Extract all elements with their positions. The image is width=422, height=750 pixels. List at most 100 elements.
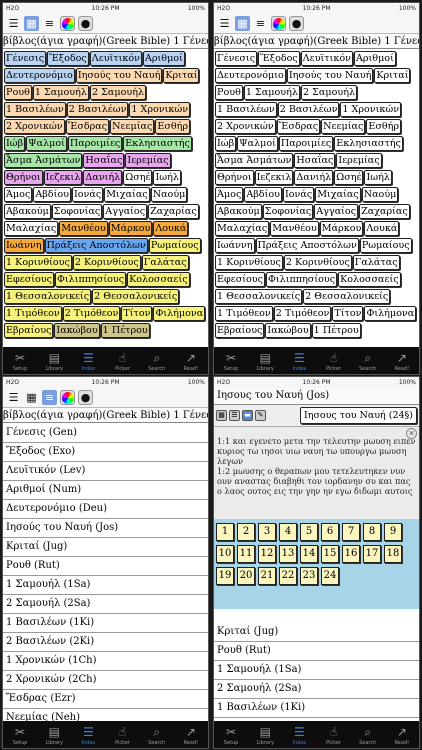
book-chip[interactable]: Ἔσδρας <box>276 119 321 134</box>
tab-search[interactable]: ⌕ Search <box>141 725 173 747</box>
chapter-button[interactable]: 10 <box>216 545 234 563</box>
chapter-button[interactable]: 23 <box>300 567 318 585</box>
chapter-button[interactable]: 1 <box>216 523 234 541</box>
book-chip[interactable]: Τίτον <box>121 306 153 321</box>
book-chip[interactable]: Ιερεμίας <box>125 153 171 168</box>
book-chip[interactable]: Λευϊτικόν <box>89 51 142 66</box>
book-chip[interactable]: Αβδίου <box>33 187 71 202</box>
book-chip[interactable]: Γαλάτας <box>352 255 400 270</box>
list-item[interactable]: 2 Χρονικών (2Ch) <box>3 671 208 690</box>
book-chip[interactable]: Ζαχαρίας <box>148 204 199 219</box>
book-chip[interactable]: Δανιήλ <box>294 170 334 185</box>
list-item[interactable]: Ιησούς του Ναυή (Jos) <box>3 519 208 538</box>
book-chip[interactable]: Άμος <box>4 187 33 202</box>
book-chip[interactable]: 1 Χρονικών <box>129 102 191 117</box>
list-item[interactable]: Νεεμίας (Neh) <box>3 709 208 721</box>
book-chip[interactable]: Τίτον <box>332 306 364 321</box>
book-chip[interactable]: 2 Κορινθίους <box>72 255 141 270</box>
book-chip[interactable]: Ἔξοδος <box>47 51 89 66</box>
book-chip[interactable]: 2 Σαμουήλ <box>89 85 147 100</box>
book-chip[interactable]: Ρωμαίους <box>359 238 412 253</box>
list-view-icon[interactable]: ☰ <box>6 16 21 31</box>
book-chip[interactable]: Λουκά <box>153 221 189 236</box>
bookmark-icon[interactable]: ✎ <box>255 410 266 421</box>
chapter-button[interactable]: 3 <box>258 523 276 541</box>
book-chip[interactable]: Μαλαχίας <box>215 221 270 236</box>
chapter-button[interactable]: 21 <box>258 567 276 585</box>
book-chip[interactable]: Άμος <box>215 187 244 202</box>
book-chip[interactable]: Ιεζεκιλ <box>43 170 83 185</box>
list-item[interactable]: Ρουθ (Rut) <box>3 557 208 576</box>
book-chip[interactable]: 2 Τιμόθεον <box>273 306 332 321</box>
book-chip[interactable]: Ιερεμίας <box>336 153 382 168</box>
book-chip[interactable]: Αβδίου <box>244 187 282 202</box>
chapter-button[interactable]: 5 <box>300 523 318 541</box>
book-chip[interactable]: Ιωήλ <box>364 170 392 185</box>
book-chip[interactable]: 1 Χρονικών <box>340 102 402 117</box>
book-chip[interactable]: Αβακούμ <box>4 204 51 219</box>
book-chip[interactable]: Κολοσσαείς <box>338 272 401 287</box>
chapter-button[interactable]: 14 <box>300 545 318 563</box>
tab-picker[interactable]: ☝ Picker <box>107 725 139 747</box>
book-chip[interactable]: Δανιήλ <box>83 170 123 185</box>
chapter-button[interactable]: 8 <box>363 523 381 541</box>
book-chip[interactable]: Γένεσις <box>215 51 258 66</box>
book-chip[interactable]: Παροιμίες <box>278 136 334 151</box>
book-chip[interactable]: Ρωμαίους <box>148 238 201 253</box>
chapter-button[interactable]: 6 <box>321 523 339 541</box>
book-chip[interactable]: Εκλησιαστής <box>123 136 192 151</box>
book-chip[interactable]: Ιονάς <box>282 187 315 202</box>
calculator-icon[interactable]: ▦ <box>216 410 227 421</box>
book-chip[interactable]: 1 Τιμόθεον <box>4 306 62 321</box>
book-chip[interactable]: Ωσηέ <box>334 170 364 185</box>
book-chip[interactable]: Κριταί <box>163 68 200 83</box>
list-item[interactable]: Ἔσδρας (Ezr) <box>3 690 208 709</box>
profile-icon[interactable]: ● <box>289 16 304 31</box>
book-chip[interactable]: Ναούμ <box>361 187 399 202</box>
chapter-button[interactable]: 17 <box>363 545 381 563</box>
chapter-button[interactable]: 2 <box>237 523 255 541</box>
book-chip[interactable]: Ησαΐας <box>294 153 336 168</box>
chapter-button[interactable]: 13 <box>279 545 297 563</box>
list-icon[interactable]: ☰ <box>229 410 240 421</box>
list-item[interactable]: 1 Σαμουήλ (1Sa) <box>3 576 208 595</box>
book-chip[interactable]: Νεεμίας <box>321 119 366 134</box>
book-chip[interactable]: Μάρκου <box>108 221 153 236</box>
book-chip[interactable]: 1 Πέτρου <box>100 323 150 338</box>
book-chip[interactable]: Ρουθ <box>4 85 32 100</box>
book-chip[interactable]: Ιακώβου <box>265 323 311 338</box>
profile-icon[interactable]: ● <box>78 390 93 405</box>
list-item[interactable]: Λευϊτικόν (Lev) <box>3 462 208 481</box>
book-chip[interactable]: Ιωάννη <box>215 238 255 253</box>
book-chip[interactable]: Αβακούμ <box>215 204 262 219</box>
book-chip[interactable]: Φιλήμονα <box>153 306 206 321</box>
book-chip[interactable]: Λευϊτικόν <box>300 51 353 66</box>
tab-index[interactable]: ☰ Index <box>72 725 104 747</box>
list-item[interactable]: Δευτερονόμιο (Deu) <box>3 500 208 519</box>
book-chip[interactable]: Παροιμίες <box>67 136 123 151</box>
book-chip[interactable]: Εσθήρ <box>366 119 402 134</box>
book-chip[interactable]: Κριταί <box>374 68 411 83</box>
book-chip[interactable]: 2 Βασιλέων <box>66 102 129 117</box>
book-chip[interactable]: Εφεσίους <box>4 272 54 287</box>
book-chip[interactable]: Δευτερονόμιο <box>215 68 286 83</box>
chapter-button[interactable]: 19 <box>216 567 234 585</box>
book-chip[interactable]: Δευτερονόμιο <box>4 68 75 83</box>
chapter-count-button[interactable]: Ιησους του Ναυή (24§) <box>300 407 417 424</box>
chapter-button[interactable]: 9 <box>384 523 402 541</box>
book-chip[interactable]: 1 Σαμουήλ <box>32 85 89 100</box>
book-chip[interactable]: Αριθμοί <box>142 51 185 66</box>
profile-icon[interactable]: ● <box>78 16 93 31</box>
book-chip[interactable]: Ἔξοδος <box>258 51 300 66</box>
book-chip[interactable]: Φιλιππησίους <box>54 272 127 287</box>
close-icon[interactable]: ✕ <box>406 428 417 439</box>
compact-view-icon[interactable]: ≡ <box>42 16 57 31</box>
grid-view-icon[interactable]: ▦ <box>24 16 39 31</box>
book-chip[interactable]: 1 Θεσσαλονικείς <box>4 289 92 304</box>
list-item[interactable]: Ρουθ (Rut) <box>214 642 419 661</box>
book-chip[interactable]: Γένεσις <box>4 51 47 66</box>
book-chip[interactable]: Αγγαίος <box>103 204 148 219</box>
book-chip[interactable]: 2 Τιμόθεον <box>62 306 121 321</box>
grid-view-icon[interactable]: ▦ <box>235 16 250 31</box>
book-chip[interactable]: Εβραίους <box>215 323 265 338</box>
